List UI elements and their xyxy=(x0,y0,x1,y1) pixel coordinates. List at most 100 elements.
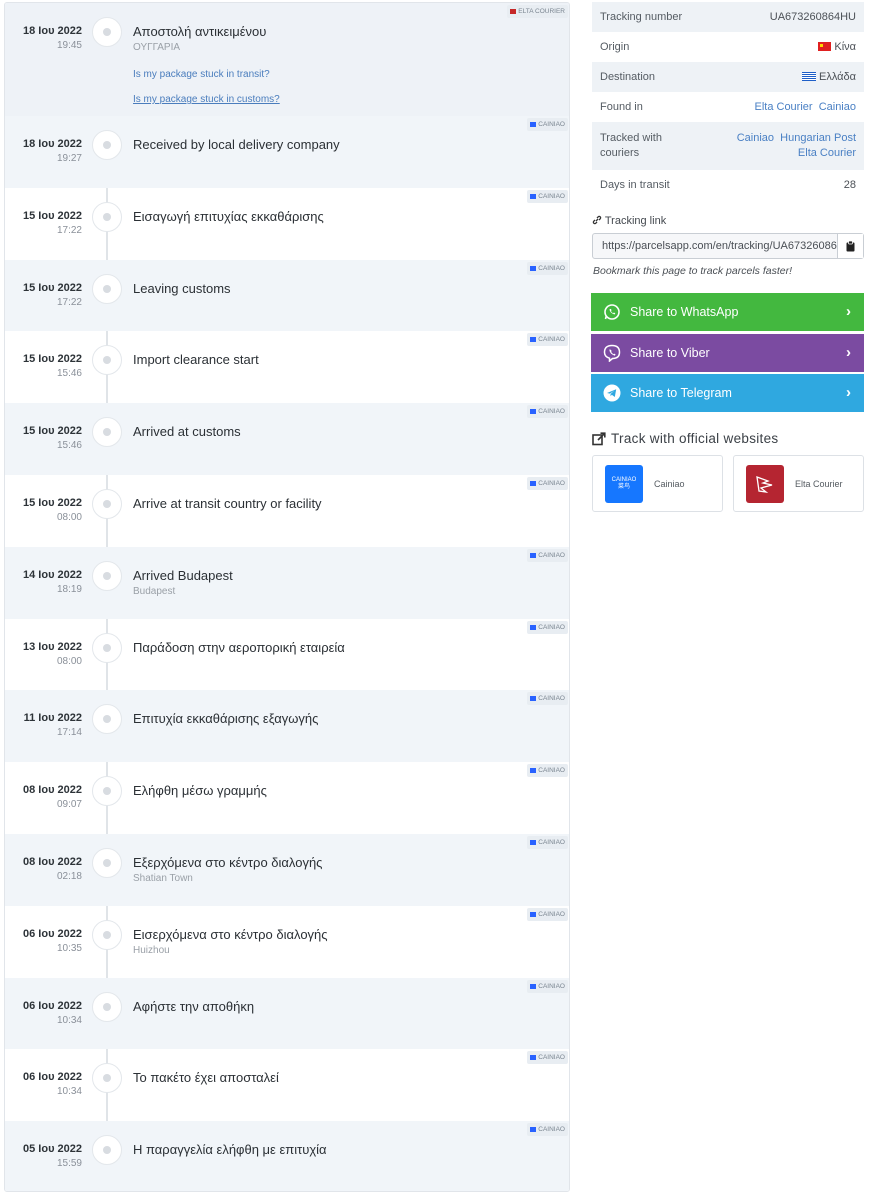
tracking-link-input[interactable]: https://parcelsapp.com/en/tracking/UA673… xyxy=(593,234,837,258)
help-link[interactable]: Is my package stuck in transit? xyxy=(133,69,270,80)
whatsapp-icon xyxy=(603,303,621,321)
days-in-transit-label: Days in transit xyxy=(600,179,670,191)
courier-badge: CAINIAO xyxy=(527,548,568,562)
origin-row: Origin Κίνα xyxy=(592,32,864,62)
courier-badge: CAINIAO xyxy=(527,405,568,419)
event-time: 15:46 xyxy=(56,440,82,452)
tracked-cainiao-link[interactable]: Cainiao xyxy=(737,132,774,144)
found-in-label: Found in xyxy=(600,101,643,113)
timeline-event: 13 Ιου 2022 08:00 Παράδοση στην αεροπορι… xyxy=(5,619,569,691)
event-time: 09:07 xyxy=(56,799,82,811)
tracking-link-box: https://parcelsapp.com/en/tracking/UA673… xyxy=(592,233,864,259)
found-in-row: Found in Elta Courier Cainiao xyxy=(592,92,864,122)
timeline-event: 14 Ιου 2022 18:19 Arrived Budapest Budap… xyxy=(5,546,569,619)
share-whatsapp-button[interactable]: Share to WhatsApp › xyxy=(591,293,864,331)
event-status: Εισαγωγή επιτυχίας εκκαθάρισης xyxy=(133,208,324,224)
tracking-link-label: Tracking link xyxy=(604,215,667,227)
courier-square-icon xyxy=(530,1055,537,1061)
event-time: 17:22 xyxy=(56,296,82,308)
chevron-right-icon: › xyxy=(846,384,851,401)
event-date: 15 Ιου 2022 xyxy=(23,353,82,366)
greece-flag-icon xyxy=(801,72,816,81)
courier-square-icon xyxy=(530,911,537,917)
timeline-dot-icon xyxy=(92,632,122,663)
event-status: Ελήφθη μέσω γραμμής xyxy=(133,783,267,799)
courier-square-icon xyxy=(510,9,517,14)
elta-name: Elta Courier xyxy=(795,478,843,489)
timeline-event: 15 Ιου 2022 17:22 Leaving customs CAINIA… xyxy=(5,259,569,332)
tracked-with-label: Tracked with couriers xyxy=(600,132,662,159)
timeline-event: 15 Ιου 2022 15:46 Import clearance start… xyxy=(5,331,569,403)
share-telegram-button[interactable]: Share to Telegram › xyxy=(591,374,864,412)
courier-badge: CAINIAO xyxy=(527,835,568,849)
timeline-dot-icon xyxy=(92,488,122,519)
courier-name: CAINIAO xyxy=(538,623,565,631)
courier-name: CAINIAO xyxy=(538,1126,565,1134)
courier-square-icon xyxy=(530,193,537,199)
destination-label: Destination xyxy=(600,71,656,83)
courier-name: CAINIAO xyxy=(538,551,565,559)
official-websites-title: Track with official websites xyxy=(592,431,778,446)
event-date: 18 Ιου 2022 xyxy=(23,138,82,150)
event-status: Import clearance start xyxy=(133,352,259,368)
events-list: 18 Ιου 2022 19:45 Αποστολή αντικειμένου … xyxy=(5,3,569,1191)
event-location: ΟΥΓΓΑΡΙΑ xyxy=(133,42,181,53)
china-flag-icon xyxy=(818,42,832,51)
event-time: 10:34 xyxy=(56,1014,82,1026)
event-date: 08 Ιου 2022 xyxy=(23,784,82,797)
courier-badge: CAINIAO xyxy=(527,118,568,131)
event-time: 18:19 xyxy=(56,583,82,595)
event-time: 15:46 xyxy=(56,368,82,380)
origin-label: Origin xyxy=(600,41,630,53)
event-time: 02:18 xyxy=(56,870,82,882)
tracked-elta-link[interactable]: Elta Courier xyxy=(798,147,856,159)
timeline-event: 08 Ιου 2022 02:18 Εξερχόμενα στο κέντρο … xyxy=(5,833,569,906)
event-status: Αφήστε την αποθήκη xyxy=(133,998,255,1014)
timeline-dot-icon xyxy=(92,919,122,950)
courier-square-icon xyxy=(530,552,537,558)
event-time: 17:22 xyxy=(56,224,82,236)
bookmark-note: Bookmark this page to track parcels fast… xyxy=(593,265,793,277)
tracking-number-row: Tracking number UA673260864HU xyxy=(592,2,864,32)
event-status: Leaving customs xyxy=(133,280,231,296)
destination-value: Ελλάδα xyxy=(818,71,856,83)
chevron-right-icon: › xyxy=(846,303,851,320)
external-link-icon xyxy=(592,431,606,445)
share-viber-button[interactable]: Share to Viber › xyxy=(591,334,864,372)
event-time: 19:45 xyxy=(56,40,82,51)
courier-square-icon xyxy=(530,1127,537,1133)
courier-badge: CAINIAO xyxy=(527,764,568,778)
courier-name: CAINIAO xyxy=(538,695,565,703)
courier-name: CAINIAO xyxy=(538,336,565,344)
courier-name: CAINIAO xyxy=(538,479,565,487)
event-status: Εισερχόμενα στο κέντρο διαλογής xyxy=(133,926,328,942)
tracking-link-title: Tracking link xyxy=(592,215,666,227)
official-elta-card[interactable]: Elta Courier xyxy=(733,455,864,512)
destination-row: Destination Ελλάδα xyxy=(592,62,864,92)
parcel-info-table: Tracking number UA673260864HU Origin Κίν… xyxy=(592,2,864,200)
link-icon xyxy=(592,215,602,225)
courier-square-icon xyxy=(530,122,537,127)
courier-square-icon xyxy=(530,839,537,845)
copy-button[interactable] xyxy=(837,234,863,258)
courier-square-icon xyxy=(530,409,537,415)
official-cainiao-card[interactable]: CAINIAO 菜鸟 Cainiao xyxy=(592,455,723,512)
tracked-hungarian-post-link[interactable]: Hungarian Post xyxy=(780,132,856,144)
courier-badge: CAINIAO xyxy=(527,261,568,275)
found-in-cainiao-link[interactable]: Cainiao xyxy=(819,101,856,113)
event-date: 06 Ιου 2022 xyxy=(23,927,82,940)
found-in-elta-link[interactable]: Elta Courier xyxy=(754,101,812,113)
courier-name: CAINIAO xyxy=(538,838,565,846)
timeline-event: 06 Ιου 2022 10:35 Εισερχόμενα στο κέντρο… xyxy=(5,906,569,978)
timeline-event: 11 Ιου 2022 17:14 Επιτυχία εκκαθάρισης ε… xyxy=(5,690,569,763)
event-date: 15 Ιου 2022 xyxy=(23,496,82,509)
courier-badge: CAINIAO xyxy=(527,692,568,706)
help-link[interactable]: Is my package stuck in customs? xyxy=(133,94,280,105)
event-date: 15 Ιου 2022 xyxy=(23,425,82,438)
viber-icon xyxy=(603,344,621,362)
event-date: 14 Ιου 2022 xyxy=(23,568,82,581)
event-date: 15 Ιου 2022 xyxy=(23,209,82,222)
event-time: 10:34 xyxy=(56,1086,82,1098)
elta-hermes-icon xyxy=(756,475,773,493)
courier-name: ELTA COURIER xyxy=(518,8,565,15)
